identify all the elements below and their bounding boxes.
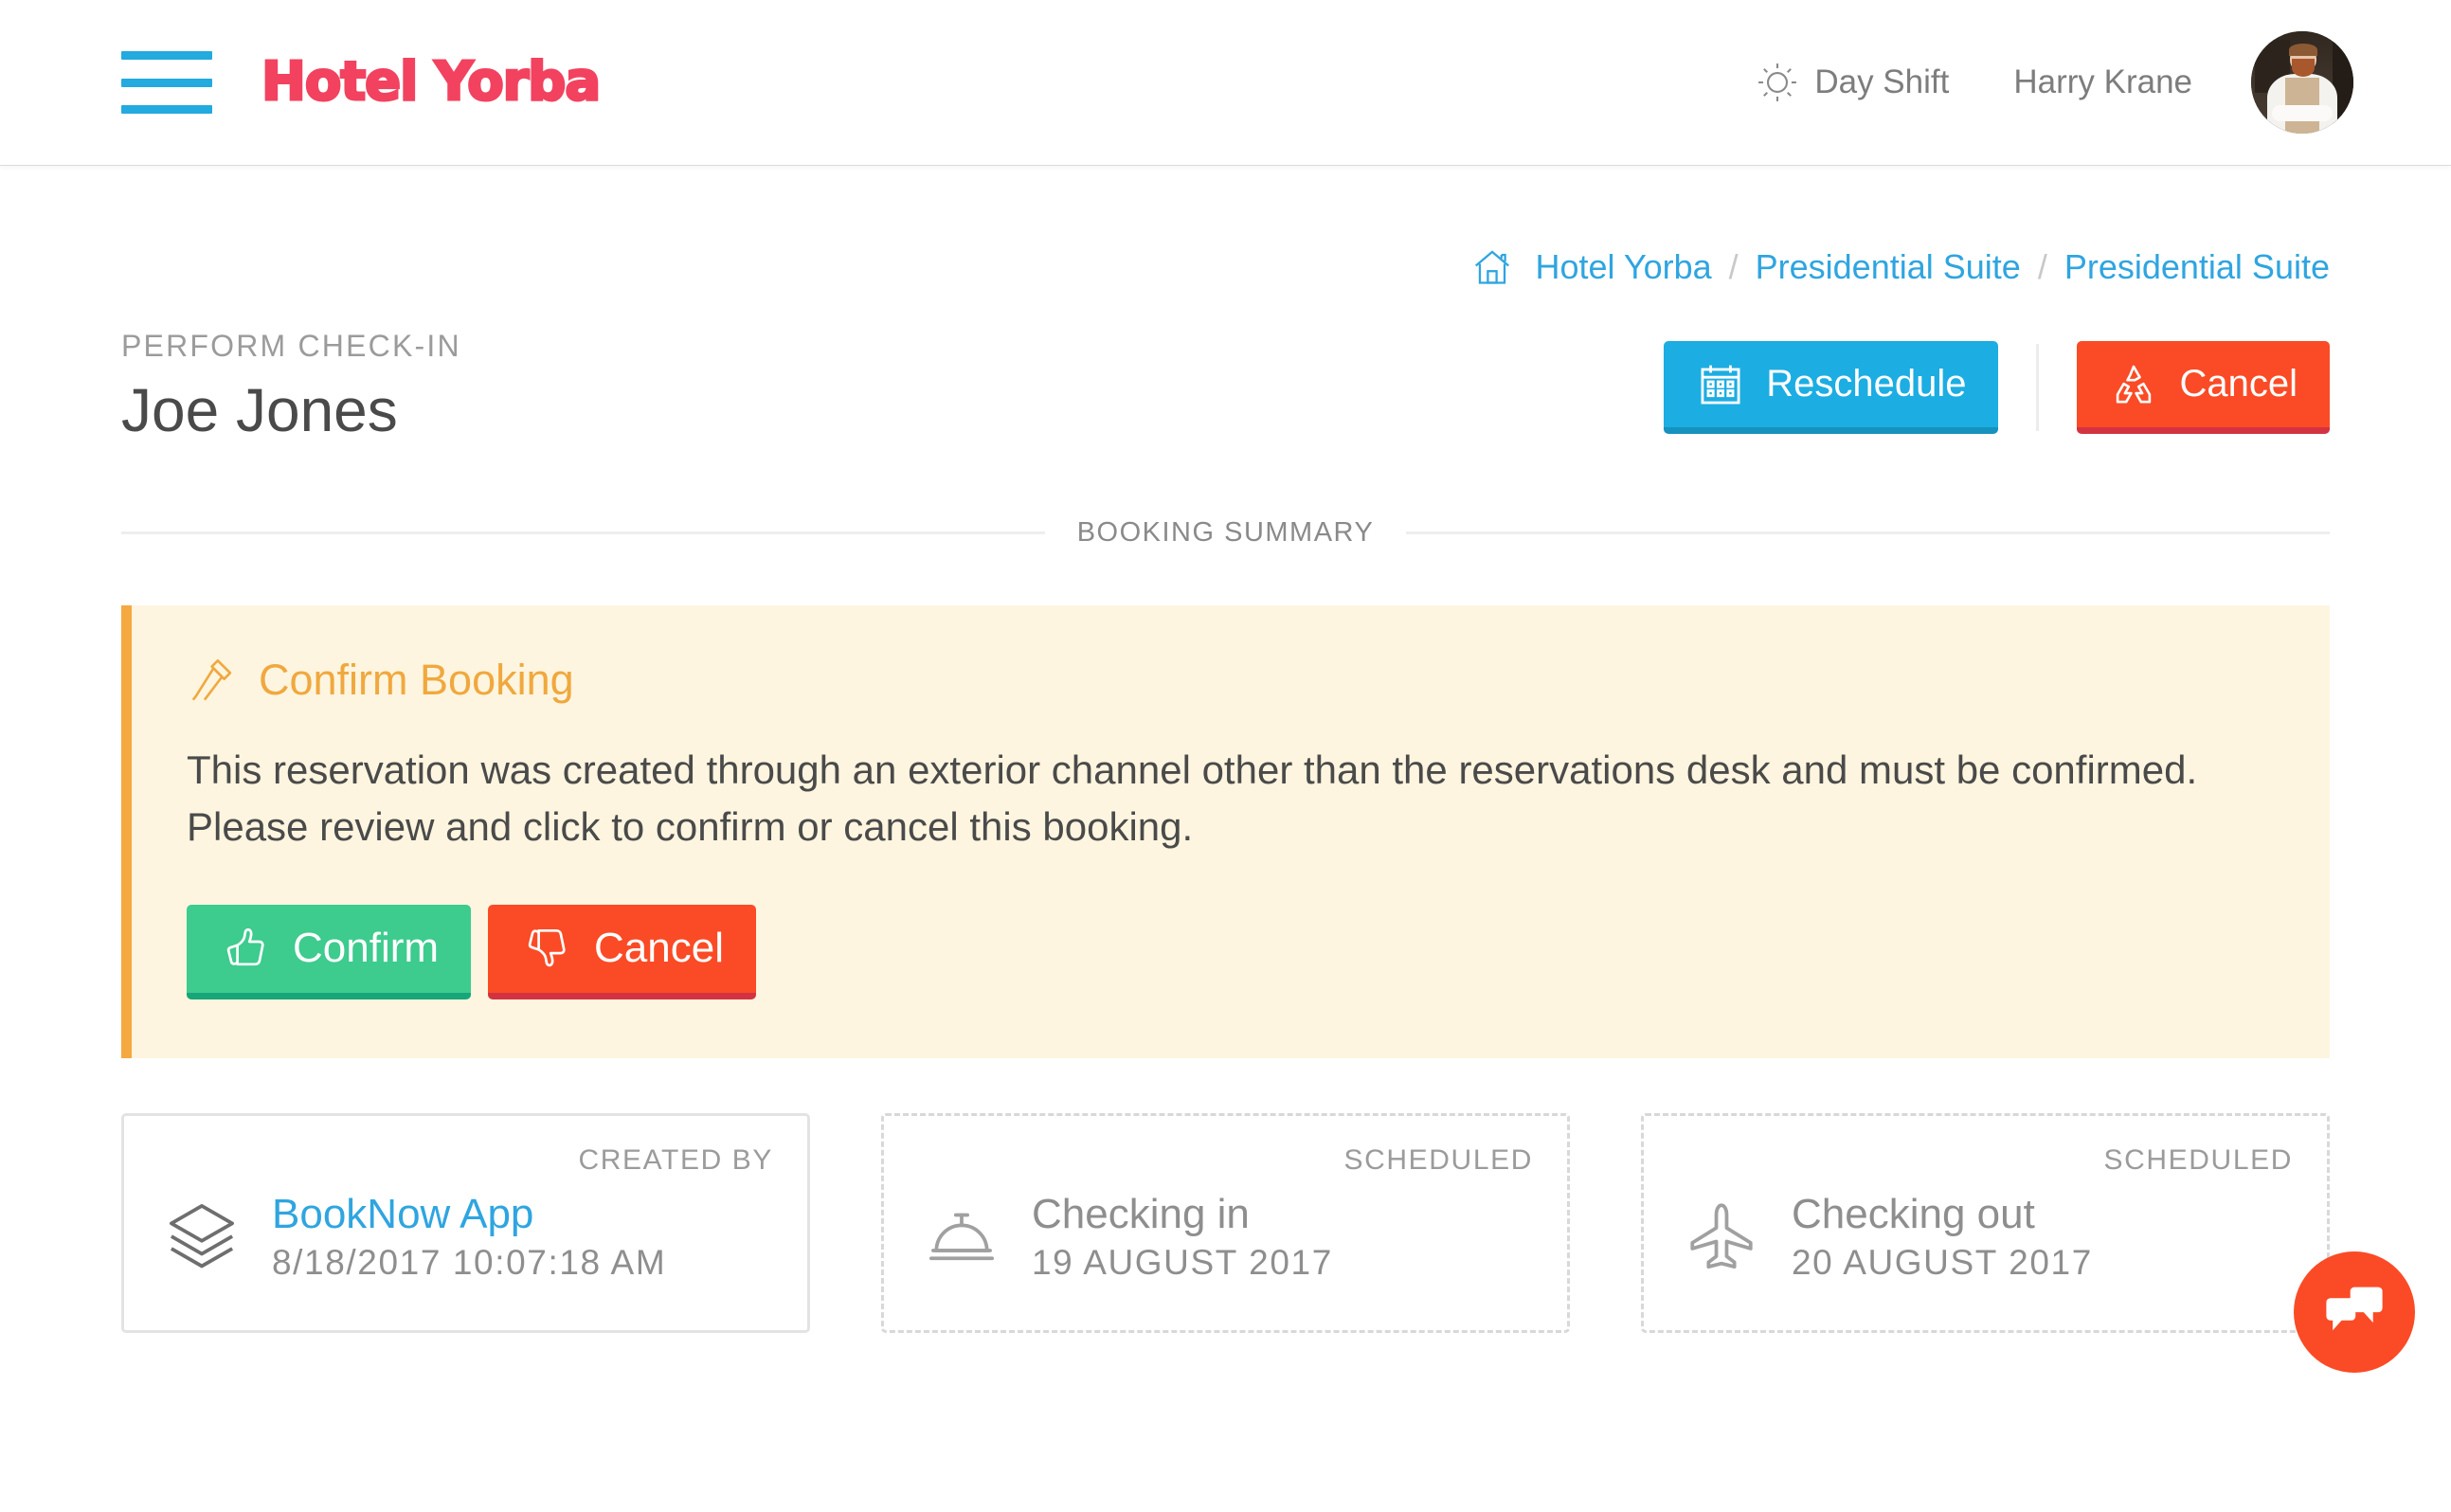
service-bell-icon bbox=[918, 1197, 1005, 1275]
info-cards: CREATED BY BookNow App 8/18/2017 10:07:1… bbox=[121, 1112, 2330, 1333]
gavel-icon bbox=[187, 655, 259, 706]
home-icon[interactable] bbox=[1470, 245, 1535, 289]
header-right-group: Day Shift Harry Krane bbox=[1756, 31, 2353, 134]
sun-icon bbox=[1756, 61, 1814, 104]
alert-body-text: This reservation was created through an … bbox=[187, 747, 2198, 850]
created-by-card: CREATED BY BookNow App 8/18/2017 10:07:1… bbox=[121, 1112, 810, 1333]
calendar-icon bbox=[1696, 360, 1766, 409]
breadcrumb-separator: / bbox=[1728, 247, 1739, 286]
hamburger-bar bbox=[121, 105, 212, 114]
confirm-booking-alert: Confirm Booking This reservation was cre… bbox=[121, 605, 2330, 1058]
user-name[interactable]: Harry Krane bbox=[2013, 63, 2192, 101]
reschedule-button-label: Reschedule bbox=[1766, 363, 1967, 405]
created-by-timestamp: 8/18/2017 10:07:18 AM bbox=[272, 1242, 667, 1282]
chat-bubbles-icon bbox=[2319, 1274, 2389, 1349]
alert-heading-row: Confirm Booking bbox=[187, 655, 2275, 706]
checking-in-title: Checking in bbox=[1032, 1190, 1250, 1237]
brand-logo[interactable]: Hotel Yorba bbox=[260, 54, 602, 110]
page-title-row: PERFORM CHECK-IN Joe Jones Reschedule Ca… bbox=[121, 329, 2330, 443]
alert-cancel-button[interactable]: Cancel bbox=[488, 904, 756, 999]
checking-out-title: Checking out bbox=[1792, 1190, 2035, 1237]
created-by-card-label: CREATED BY bbox=[578, 1143, 773, 1176]
divider-line-right bbox=[1406, 531, 2330, 535]
breadcrumb-item-1[interactable]: Presidential Suite bbox=[1756, 247, 2021, 287]
day-shift-indicator[interactable]: Day Shift bbox=[1756, 61, 1949, 104]
created-by-app-link[interactable]: BookNow App bbox=[272, 1190, 666, 1239]
page-eyebrow: PERFORM CHECK-IN bbox=[121, 329, 461, 363]
created-by-card-content: BookNow App 8/18/2017 10:07:18 AM bbox=[158, 1190, 773, 1283]
checking-in-card-content: Checking in 19 AUGUST 2017 bbox=[918, 1190, 1533, 1283]
checking-out-card-text: Checking out 20 AUGUST 2017 bbox=[1792, 1190, 2093, 1283]
checking-in-date: 19 AUGUST 2017 bbox=[1032, 1242, 1333, 1282]
booking-summary-label: BOOKING SUMMARY bbox=[1076, 517, 1375, 549]
avatar-beard bbox=[2292, 59, 2315, 77]
app-header: Hotel Yorba Day Shift Harry Krane bbox=[0, 0, 2451, 166]
page-actions: Reschedule Cancel bbox=[1664, 341, 2330, 443]
reschedule-button[interactable]: Reschedule bbox=[1664, 341, 1999, 435]
hamburger-bar bbox=[121, 51, 212, 60]
page-title-group: PERFORM CHECK-IN Joe Jones bbox=[121, 329, 461, 443]
checking-out-card-content: Checking out 20 AUGUST 2017 bbox=[1678, 1190, 2293, 1283]
breadcrumb-item-2[interactable]: Presidential Suite bbox=[2064, 247, 2330, 287]
breadcrumb: Hotel Yorba / Presidential Suite / Presi… bbox=[121, 166, 2330, 289]
created-by-card-text: BookNow App 8/18/2017 10:07:18 AM bbox=[272, 1190, 666, 1283]
cancel-booking-button[interactable]: Cancel bbox=[2077, 341, 2330, 435]
layers-icon bbox=[158, 1197, 245, 1275]
avatar-hair bbox=[2288, 43, 2318, 56]
confirm-button-label: Confirm bbox=[293, 925, 440, 972]
checking-in-card-text: Checking in 19 AUGUST 2017 bbox=[1032, 1190, 1333, 1283]
avatar[interactable] bbox=[2251, 31, 2353, 134]
day-shift-label: Day Shift bbox=[1814, 63, 1950, 100]
breadcrumb-separator: / bbox=[2037, 247, 2047, 286]
breadcrumb-item-0[interactable]: Hotel Yorba bbox=[1535, 247, 1711, 287]
alert-heading: Confirm Booking bbox=[259, 656, 574, 705]
alert-cancel-button-label: Cancel bbox=[594, 925, 724, 972]
checking-in-card: SCHEDULED Checking in 19 AUGUST 2017 bbox=[881, 1112, 1570, 1333]
avatar-arms bbox=[2271, 104, 2334, 122]
alert-actions: Confirm Cancel bbox=[187, 904, 2275, 999]
chat-support-button[interactable] bbox=[2294, 1251, 2415, 1373]
thumbs-up-icon bbox=[219, 922, 293, 975]
checking-out-date: 20 AUGUST 2017 bbox=[1792, 1242, 2093, 1282]
hamburger-menu-icon[interactable] bbox=[121, 51, 212, 114]
thumbs-down-icon bbox=[520, 922, 594, 975]
hamburger-bar bbox=[121, 78, 212, 87]
divider-line-left bbox=[121, 531, 1045, 535]
airplane-icon bbox=[1678, 1197, 1765, 1275]
checking-out-card: SCHEDULED Checking out 20 AUGUST 2017 bbox=[1641, 1112, 2330, 1333]
checking-in-card-label: SCHEDULED bbox=[1343, 1143, 1533, 1176]
checking-out-card-label: SCHEDULED bbox=[2103, 1143, 2293, 1176]
action-divider bbox=[2036, 344, 2040, 432]
page-title: Joe Jones bbox=[121, 376, 398, 444]
booking-summary-divider: BOOKING SUMMARY bbox=[121, 517, 2330, 549]
page-container: Hotel Yorba / Presidential Suite / Presi… bbox=[0, 166, 2451, 1373]
cancel-booking-button-label: Cancel bbox=[2179, 363, 2298, 405]
recycle-icon bbox=[2109, 360, 2179, 409]
confirm-button[interactable]: Confirm bbox=[187, 904, 472, 999]
